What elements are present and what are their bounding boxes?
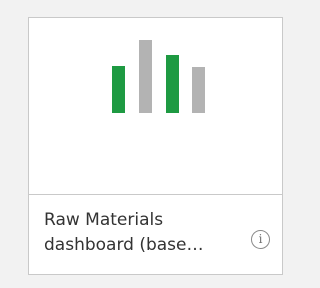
dashboard-tile[interactable]: Raw Materials dashboard (base… i: [28, 17, 283, 275]
thumbnail-bar-2: [139, 40, 152, 113]
tile-title-line-1: Raw Materials: [44, 210, 164, 230]
tile-title-line-2: dashboard (base…: [44, 235, 204, 255]
tile-thumbnail: [29, 18, 282, 195]
tile-title: Raw Materials dashboard (base…: [44, 208, 244, 258]
tile-footer: Raw Materials dashboard (base… i: [29, 195, 282, 274]
info-icon[interactable]: i: [251, 230, 270, 249]
thumbnail-bar-4: [192, 67, 205, 113]
thumbnail-bar-3: [166, 55, 179, 113]
thumbnail-bar-1: [112, 66, 125, 113]
